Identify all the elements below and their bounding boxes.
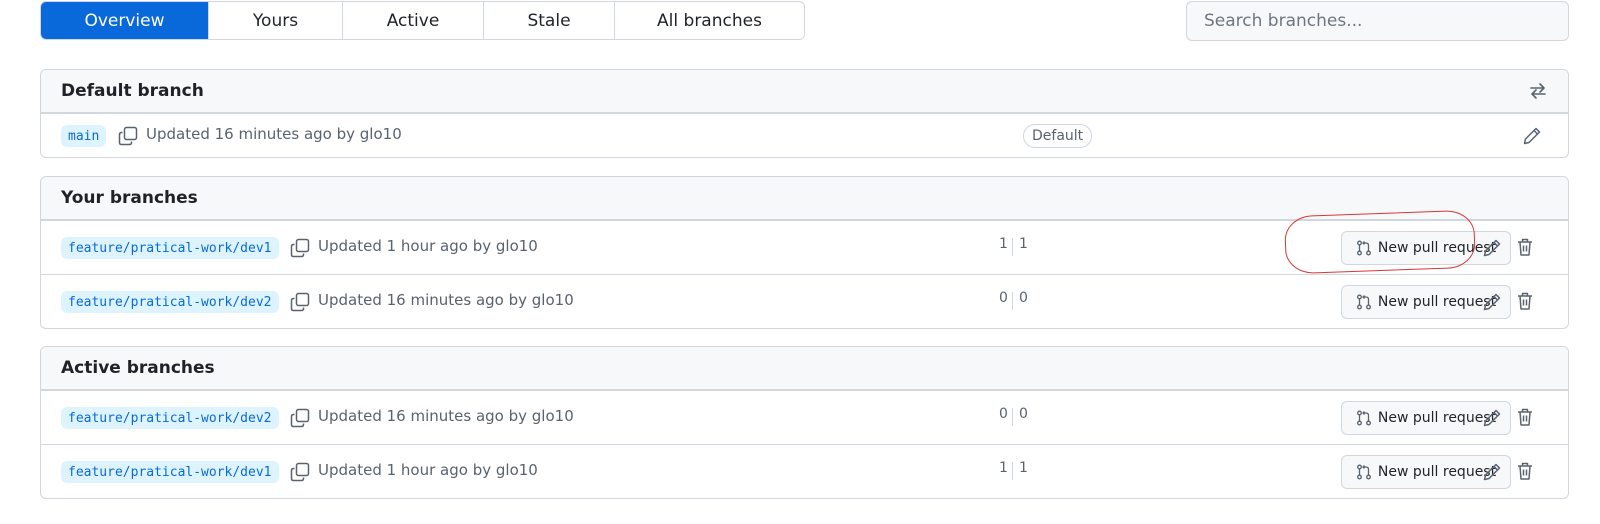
ahead-behind-divider bbox=[1012, 408, 1013, 426]
section-header: Your branches bbox=[41, 177, 1568, 220]
branch-name[interactable]: feature/pratical-work/dev1 bbox=[61, 461, 279, 483]
behind-count: 1 bbox=[999, 460, 1008, 476]
tab-stale[interactable]: Stale bbox=[483, 2, 614, 39]
tab-overview[interactable]: Overview bbox=[41, 2, 208, 39]
copy-icon[interactable] bbox=[290, 408, 310, 428]
pull-request-icon bbox=[1356, 294, 1371, 310]
branch-filter-tabs: Overview Yours Active Stale All branches bbox=[40, 1, 805, 40]
updated-text: Updated 1 hour ago by glo10 bbox=[318, 237, 538, 255]
branch-name[interactable]: feature/pratical-work/dev2 bbox=[61, 291, 279, 313]
table-row: feature/pratical-work/dev2 Updated 16 mi… bbox=[41, 390, 1568, 444]
ahead-count: 0 bbox=[1019, 290, 1028, 306]
section-title: Your branches bbox=[61, 188, 198, 208]
tab-all-branches[interactable]: All branches bbox=[614, 2, 804, 39]
copy-icon[interactable] bbox=[290, 462, 310, 482]
search-input[interactable] bbox=[1202, 10, 1568, 32]
button-label: New pull request bbox=[1377, 240, 1497, 256]
your-branches-section: Your branches feature/pratical-work/dev1… bbox=[40, 176, 1569, 329]
table-row: feature/pratical-work/dev1 Updated 1 hou… bbox=[41, 220, 1568, 274]
trash-icon[interactable] bbox=[1515, 291, 1535, 311]
pull-request-icon bbox=[1356, 240, 1371, 256]
copy-icon[interactable] bbox=[290, 238, 310, 258]
trash-icon[interactable] bbox=[1515, 237, 1535, 257]
section-title: Active branches bbox=[61, 358, 215, 378]
table-row: main Updated 16 minutes ago by glo10 Def… bbox=[41, 113, 1568, 157]
pencil-icon[interactable] bbox=[1522, 126, 1542, 146]
behind-count: 0 bbox=[999, 290, 1008, 306]
switch-arrows-icon[interactable] bbox=[1528, 81, 1548, 101]
ahead-count: 1 bbox=[1019, 236, 1028, 252]
tab-yours[interactable]: Yours bbox=[208, 2, 342, 39]
ahead-behind-divider bbox=[1012, 292, 1013, 310]
updated-text: Updated 16 minutes ago by glo10 bbox=[318, 291, 574, 309]
section-header: Active branches bbox=[41, 347, 1568, 390]
button-label: New pull request bbox=[1377, 294, 1497, 310]
active-branches-section: Active branches feature/pratical-work/de… bbox=[40, 346, 1569, 499]
table-row: feature/pratical-work/dev2 Updated 16 mi… bbox=[41, 274, 1568, 328]
trash-icon[interactable] bbox=[1515, 407, 1535, 427]
search-branches bbox=[1186, 1, 1569, 41]
branch-name[interactable]: feature/pratical-work/dev1 bbox=[61, 237, 279, 259]
ahead-count: 1 bbox=[1019, 460, 1028, 476]
button-label: New pull request bbox=[1377, 410, 1497, 426]
branch-name[interactable]: feature/pratical-work/dev2 bbox=[61, 407, 279, 429]
updated-text: Updated 1 hour ago by glo10 bbox=[318, 461, 538, 479]
branch-name[interactable]: main bbox=[61, 125, 107, 147]
button-label: New pull request bbox=[1377, 464, 1497, 480]
section-title: Default branch bbox=[61, 81, 204, 101]
pencil-icon[interactable] bbox=[1482, 238, 1502, 258]
trash-icon[interactable] bbox=[1515, 461, 1535, 481]
ahead-behind-divider bbox=[1012, 238, 1013, 256]
copy-icon[interactable] bbox=[118, 126, 138, 146]
pencil-icon[interactable] bbox=[1482, 408, 1502, 428]
tab-active[interactable]: Active bbox=[342, 2, 483, 39]
pull-request-icon bbox=[1356, 410, 1371, 426]
ahead-behind-divider bbox=[1012, 462, 1013, 480]
copy-icon[interactable] bbox=[290, 292, 310, 312]
pencil-icon[interactable] bbox=[1482, 292, 1502, 312]
section-header: Default branch bbox=[41, 70, 1568, 113]
updated-text: Updated 16 minutes ago by glo10 bbox=[318, 407, 574, 425]
behind-count: 1 bbox=[999, 236, 1008, 252]
pull-request-icon bbox=[1356, 464, 1371, 480]
ahead-count: 0 bbox=[1019, 406, 1028, 422]
updated-text: Updated 16 minutes ago by glo10 bbox=[146, 125, 402, 143]
table-row: feature/pratical-work/dev1 Updated 1 hou… bbox=[41, 444, 1568, 498]
default-branch-section: Default branch main Updated 16 minutes a… bbox=[40, 69, 1569, 158]
default-badge: Default bbox=[1023, 124, 1093, 148]
behind-count: 0 bbox=[999, 406, 1008, 422]
pencil-icon[interactable] bbox=[1482, 462, 1502, 482]
